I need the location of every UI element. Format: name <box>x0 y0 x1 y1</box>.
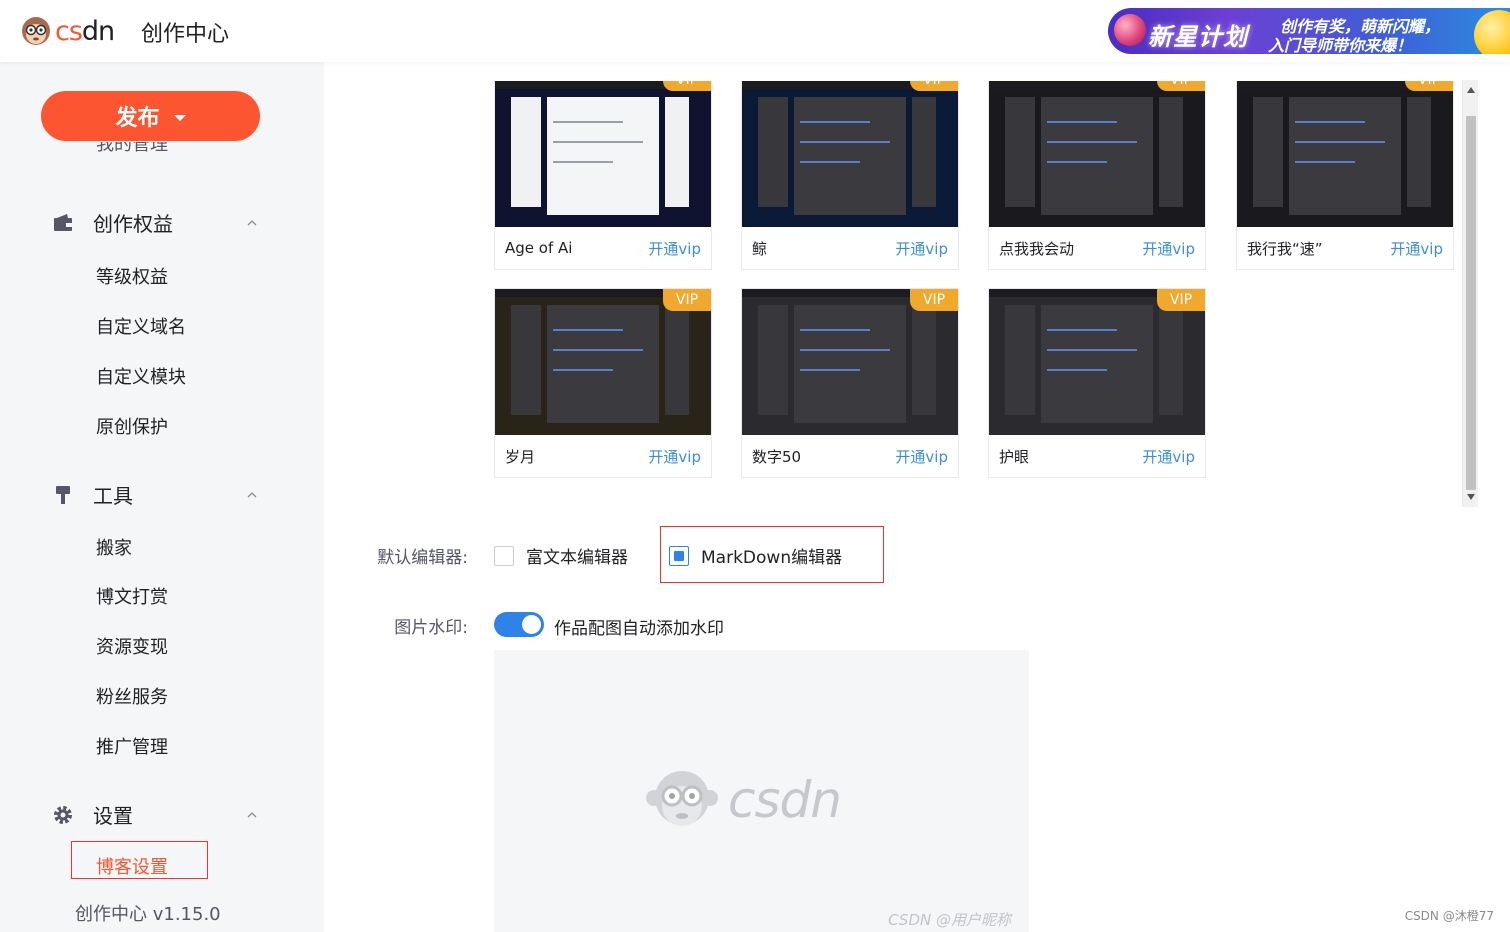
sidebar: 发布 我的管理 创作权益 等级权益 自定义域名 自定义模块 原创保护 工具 搬家… <box>0 62 324 932</box>
publish-label: 发布 <box>115 106 160 131</box>
editor-option-richtext[interactable]: 富文本编辑器 <box>494 543 628 568</box>
skin-name: 数字50 <box>752 447 802 466</box>
editor-option-markdown[interactable]: MarkDown编辑器 <box>669 543 842 568</box>
watermark-label: 图片水印: <box>394 618 468 638</box>
skin-thumbnail: VIP <box>1237 81 1453 227</box>
chevron-up-icon <box>247 491 257 497</box>
watermark-preview: csdn CSDN @用户昵称 <box>494 650 1029 932</box>
skin-name: Age of Ai <box>505 239 573 257</box>
skin-card[interactable]: VIP 鲸 开通vip <box>741 81 959 270</box>
sidebar-item-level-benefits[interactable]: 等级权益 <box>96 263 168 289</box>
skin-card[interactable]: VIP 数字50 开通vip <box>741 288 959 478</box>
skin-thumbnail: VIP <box>989 289 1205 435</box>
sidebar-item-custom-module[interactable]: 自定义模块 <box>96 363 186 389</box>
checkbox-checked[interactable] <box>669 545 689 566</box>
csdn-logo[interactable]: csdn <box>20 14 115 48</box>
watermark-logo-text: csdn <box>728 771 842 829</box>
sidebar-item-custom-domain[interactable]: 自定义域名 <box>96 313 186 339</box>
gear-icon <box>52 804 74 826</box>
section-label: 创作权益 <box>93 212 173 236</box>
option-label: 富文本编辑器 <box>526 548 628 568</box>
skin-grid: VIP Age of Ai 开通vip VIP 鲸 开通vip VIP <box>494 81 1469 506</box>
skin-name: 鲸 <box>752 239 768 258</box>
watermark-toggle[interactable] <box>494 612 544 637</box>
brush-icon <box>52 484 74 506</box>
chevron-up-icon <box>247 811 257 817</box>
moon-icon <box>1474 10 1510 54</box>
monkey-logo-icon <box>646 771 718 826</box>
publish-button[interactable]: 发布 <box>41 91 260 141</box>
vip-badge: VIP <box>1405 81 1453 91</box>
skin-list-scrollbar[interactable] <box>1462 80 1478 507</box>
monkey-logo-icon <box>22 17 50 45</box>
skin-name: 护眼 <box>999 447 1030 466</box>
skin-card[interactable]: VIP 我行我“速” 开通vip <box>1236 81 1454 270</box>
vip-badge: VIP <box>910 289 958 311</box>
corner-watermark: CSDN @沐橙77 <box>1404 909 1494 923</box>
version-label: 创作中心 v1.15.0 <box>75 904 221 925</box>
banner-subtitle-2: 入门导师带你来爆！ <box>1268 36 1413 54</box>
scroll-down-arrow-icon[interactable] <box>1467 494 1475 500</box>
vip-badge: VIP <box>663 289 711 311</box>
chevron-up-icon <box>247 219 257 225</box>
sidebar-item-original-protection[interactable]: 原创保护 <box>96 413 168 439</box>
skin-name: 我行我“速” <box>1247 239 1323 258</box>
open-vip-link[interactable]: 开通vip <box>895 446 948 467</box>
watermark-toggle-label: 作品配图自动添加水印 <box>554 619 724 639</box>
watermark-preview-footer: CSDN @用户昵称 <box>888 911 1011 929</box>
open-vip-link[interactable]: 开通vip <box>1142 238 1195 259</box>
main-content: VIP Age of Ai 开通vip VIP 鲸 开通vip VIP <box>324 60 1510 932</box>
scrollbar-thumb[interactable] <box>1466 116 1476 490</box>
open-vip-link[interactable]: 开通vip <box>648 238 701 259</box>
skin-name: 点我我会动 <box>999 239 1075 258</box>
banner-title: 新星计划 <box>1148 23 1248 51</box>
watermark-preview-logo: csdn <box>644 768 842 832</box>
open-vip-link[interactable]: 开通vip <box>648 446 701 467</box>
vip-badge: VIP <box>663 81 711 91</box>
sidebar-item-move[interactable]: 搬家 <box>96 534 132 560</box>
skin-thumbnail: VIP <box>495 81 711 227</box>
section-label: 设置 <box>93 804 133 828</box>
checkbox[interactable] <box>494 545 514 566</box>
section-label: 工具 <box>93 484 133 508</box>
skin-name: 岁月 <box>505 447 536 466</box>
sidebar-item-reward[interactable]: 博文打赏 <box>96 583 168 609</box>
skin-thumbnail: VIP <box>495 289 711 435</box>
skin-card[interactable]: VIP 护眼 开通vip <box>988 288 1206 478</box>
sidebar-section-tools[interactable]: 工具 <box>52 480 257 509</box>
skin-thumbnail: VIP <box>742 81 958 227</box>
vip-badge: VIP <box>910 81 958 91</box>
vip-badge: VIP <box>1157 81 1205 91</box>
wallet-icon <box>52 212 74 234</box>
sidebar-item-promotion[interactable]: 推广管理 <box>96 733 168 759</box>
caret-down-icon <box>173 114 186 121</box>
open-vip-link[interactable]: 开通vip <box>895 238 948 259</box>
skin-card[interactable]: VIP 点我我会动 开通vip <box>988 81 1206 270</box>
skin-thumbnail: VIP <box>742 289 958 435</box>
option-label: MarkDown编辑器 <box>701 548 843 568</box>
sidebar-item-blog-settings[interactable]: 博客设置 <box>96 853 168 879</box>
sidebar-item-fan-service[interactable]: 粉丝服务 <box>96 683 168 709</box>
vip-badge: VIP <box>1157 289 1205 311</box>
scroll-up-arrow-icon[interactable] <box>1467 87 1475 93</box>
top-header: csdn 创作中心 新星计划 创作有奖，萌新闪耀， 入门导师带你来爆！ <box>0 0 1510 62</box>
sidebar-item-clipped[interactable]: 我的管理 <box>96 142 168 160</box>
skin-thumbnail: VIP <box>989 81 1205 227</box>
sidebar-section-settings[interactable]: 设置 <box>52 800 257 829</box>
sidebar-item-monetize[interactable]: 资源变现 <box>96 633 168 659</box>
page-title: 创作中心 <box>141 22 230 47</box>
open-vip-link[interactable]: 开通vip <box>1142 446 1195 467</box>
default-editor-label: 默认编辑器: <box>377 548 468 568</box>
skin-card[interactable]: VIP 岁月 开通vip <box>494 288 712 478</box>
planet-icon <box>1114 14 1146 46</box>
sidebar-section-benefits[interactable]: 创作权益 <box>52 208 257 237</box>
promo-banner[interactable]: 新星计划 创作有奖，萌新闪耀， 入门导师带你来爆！ <box>1108 8 1510 54</box>
open-vip-link[interactable]: 开通vip <box>1390 238 1443 259</box>
logo-wordmark: csdn <box>55 15 115 47</box>
skin-card[interactable]: VIP Age of Ai 开通vip <box>494 81 712 270</box>
